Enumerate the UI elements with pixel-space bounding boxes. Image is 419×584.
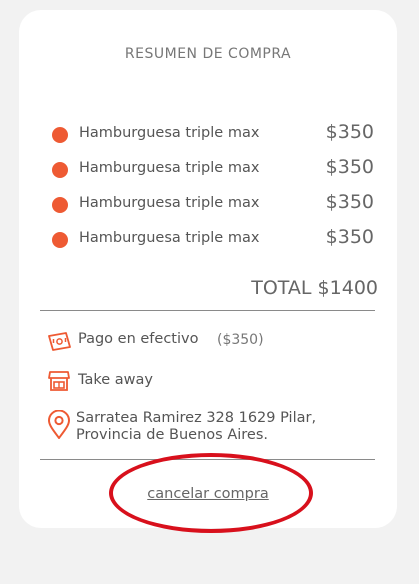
payment-amount: ($350): [217, 332, 264, 348]
delivery-address: Sarratea Ramirez 328 1629 Pilar, Provinc…: [47, 409, 377, 449]
bullet-icon: [52, 162, 68, 178]
item-price: $350: [325, 156, 374, 178]
divider: [40, 310, 375, 311]
list-item: Hamburguesa triple max $350: [52, 121, 382, 148]
payment-method: Pago en efectivo ($350): [47, 330, 347, 354]
purchase-summary-card: RESUMEN DE COMPRA Hamburguesa triple max…: [19, 10, 397, 528]
address-line-2: Provincia de Buenos Aires.: [76, 427, 268, 443]
item-name: Hamburguesa triple max: [79, 195, 260, 211]
item-price: $350: [325, 191, 374, 213]
list-item: Hamburguesa triple max $350: [52, 191, 382, 218]
bullet-icon: [52, 127, 68, 143]
item-price: $350: [325, 121, 374, 143]
cancel-purchase-link[interactable]: cancelar compra: [19, 486, 397, 502]
delivery-method: Take away: [47, 369, 347, 393]
list-item: Hamburguesa triple max $350: [52, 226, 382, 253]
location-pin-icon: [47, 409, 71, 444]
delivery-label: Take away: [78, 372, 153, 388]
store-icon: [47, 369, 71, 397]
summary-title: RESUMEN DE COMPRA: [124, 46, 292, 62]
item-name: Hamburguesa triple max: [79, 125, 260, 141]
item-name: Hamburguesa triple max: [79, 230, 260, 246]
bullet-icon: [52, 232, 68, 248]
order-total: TOTAL $1400: [251, 277, 378, 299]
cash-icon: [47, 331, 73, 355]
divider: [40, 459, 375, 460]
bullet-icon: [52, 197, 68, 213]
payment-label: Pago en efectivo: [78, 331, 199, 347]
address-line-1: Sarratea Ramirez 328 1629 Pilar,: [76, 410, 317, 426]
item-name: Hamburguesa triple max: [79, 160, 260, 176]
item-price: $350: [325, 226, 374, 248]
list-item: Hamburguesa triple max $350: [52, 156, 382, 183]
